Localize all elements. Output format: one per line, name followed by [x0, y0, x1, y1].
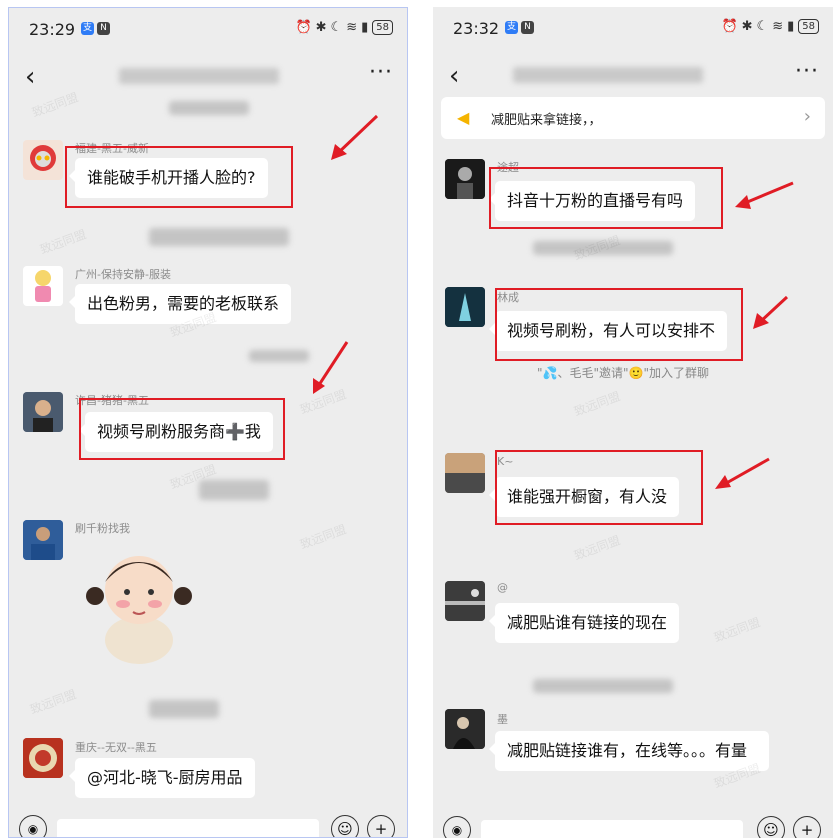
signal-icon: ▮	[361, 20, 369, 35]
sticker-image[interactable]	[81, 540, 201, 670]
red-highlight-box	[65, 146, 293, 208]
left-phone-screenshot: 23:29 支N ⏰ ✱ ☾ ≋ ▮ 58 ‹ ··· 致远同盟 福建-黑五-威…	[8, 7, 408, 838]
more-dots-icon[interactable]: ···	[369, 60, 393, 85]
back-chevron-icon[interactable]: ‹	[25, 62, 35, 92]
avatar[interactable]	[445, 287, 485, 327]
nfc-icon: N	[521, 21, 534, 34]
plus-icon[interactable]: +	[793, 816, 821, 838]
watermark: 致远同盟	[28, 687, 79, 717]
nfc-icon: N	[97, 22, 110, 35]
watermark: 致远同盟	[572, 233, 623, 263]
bluetooth-icon: ✱	[315, 20, 327, 35]
blurred-content	[533, 679, 673, 693]
avatar[interactable]	[445, 159, 485, 199]
blurred-group-title	[119, 68, 279, 84]
red-highlight-box	[495, 288, 743, 361]
status-time: 23:32	[453, 19, 500, 38]
input-bar: ◉ ☺ +	[9, 813, 407, 837]
blurred-content	[149, 228, 289, 246]
red-arrow-icon	[735, 181, 794, 209]
message-input[interactable]	[481, 820, 743, 838]
red-arrow-icon	[715, 457, 770, 489]
avatar[interactable]	[23, 520, 63, 560]
message-bubble[interactable]: @河北-晓飞-厨房用品	[69, 758, 255, 798]
moon-icon: ☾	[330, 20, 343, 35]
right-phone-screenshot: 23:32 支N ⏰ ✱ ☾ ≋ ▮ 58 ‹ ··· ◀ 减肥贴来拿链接，， …	[433, 7, 833, 838]
blurred-group-title	[513, 67, 703, 83]
avatar[interactable]	[23, 140, 63, 180]
back-chevron-icon[interactable]: ‹	[449, 61, 459, 91]
voice-icon[interactable]: ◉	[443, 816, 471, 838]
system-invite-message: "💦、毛毛"邀请"🙂"加入了群聊	[537, 366, 709, 380]
watermark: 致远同盟	[38, 227, 89, 257]
alarm-icon: ⏰	[721, 19, 738, 34]
blurred-content	[149, 700, 219, 718]
blurred-content	[169, 101, 249, 115]
blurred-content	[199, 480, 269, 500]
avatar[interactable]	[445, 453, 485, 493]
red-highlight-box	[495, 450, 703, 525]
bluetooth-icon: ✱	[741, 19, 753, 34]
moon-icon: ☾	[756, 19, 769, 34]
watermark: 致远同盟	[572, 389, 623, 419]
emoji-icon[interactable]: ☺	[757, 816, 785, 838]
sender-name: 重庆--无双--黑五	[75, 741, 157, 754]
watermark: 致远同盟	[712, 615, 763, 645]
input-bar: ◉ ☺ +	[433, 814, 833, 838]
avatar[interactable]	[23, 738, 63, 778]
avatar[interactable]	[23, 392, 63, 432]
app-badge-icon: 支	[81, 22, 94, 35]
blurred-content	[249, 350, 309, 362]
alarm-icon: ⏰	[295, 20, 312, 35]
emoji-icon[interactable]: ☺	[331, 815, 359, 837]
avatar[interactable]	[23, 266, 63, 306]
status-bar: 23:32 支N ⏰ ✱ ☾ ≋ ▮ 58	[433, 7, 833, 49]
wifi-icon: ≋	[346, 20, 358, 35]
red-arrow-icon	[753, 295, 789, 329]
speaker-icon: ◀	[457, 108, 470, 127]
sender-name: 广州-保持安静-服装	[75, 268, 171, 281]
red-arrow-icon	[331, 114, 379, 160]
message-bubble[interactable]: 减肥贴谁有链接的现在	[488, 603, 680, 643]
red-highlight-box	[79, 398, 285, 460]
status-time: 23:29	[29, 20, 76, 39]
signal-icon: ▮	[787, 19, 795, 34]
avatar[interactable]	[445, 581, 485, 621]
message-input[interactable]	[57, 819, 319, 837]
sender-name: @	[497, 581, 508, 594]
battery-icon: 58	[798, 19, 819, 34]
sender-name: 墨	[497, 713, 508, 726]
red-arrow-icon	[313, 341, 349, 394]
plus-icon[interactable]: +	[367, 815, 395, 837]
pinned-notice[interactable]: ◀ 减肥贴来拿链接，， ›	[441, 97, 825, 139]
app-badge-icon: 支	[505, 21, 518, 34]
voice-icon[interactable]: ◉	[19, 815, 47, 837]
watermark: 致远同盟	[572, 533, 623, 563]
wifi-icon: ≋	[772, 19, 784, 34]
more-dots-icon[interactable]: ···	[795, 59, 819, 84]
status-bar: 23:29 支N ⏰ ✱ ☾ ≋ ▮ 58	[9, 8, 407, 50]
avatar[interactable]	[445, 709, 485, 749]
battery-icon: 58	[372, 20, 393, 35]
red-highlight-box	[489, 167, 723, 229]
notice-text: 减肥贴来拿链接，，	[491, 113, 602, 128]
chat-header: ‹ ···	[433, 55, 833, 99]
chevron-right-icon: ›	[803, 106, 811, 127]
watermark: 致远同盟	[298, 522, 349, 552]
message-bubble[interactable]: 减肥贴链接谁有，在线等。。。有量	[489, 731, 769, 771]
sender-name: 刷千粉找我	[75, 522, 130, 535]
